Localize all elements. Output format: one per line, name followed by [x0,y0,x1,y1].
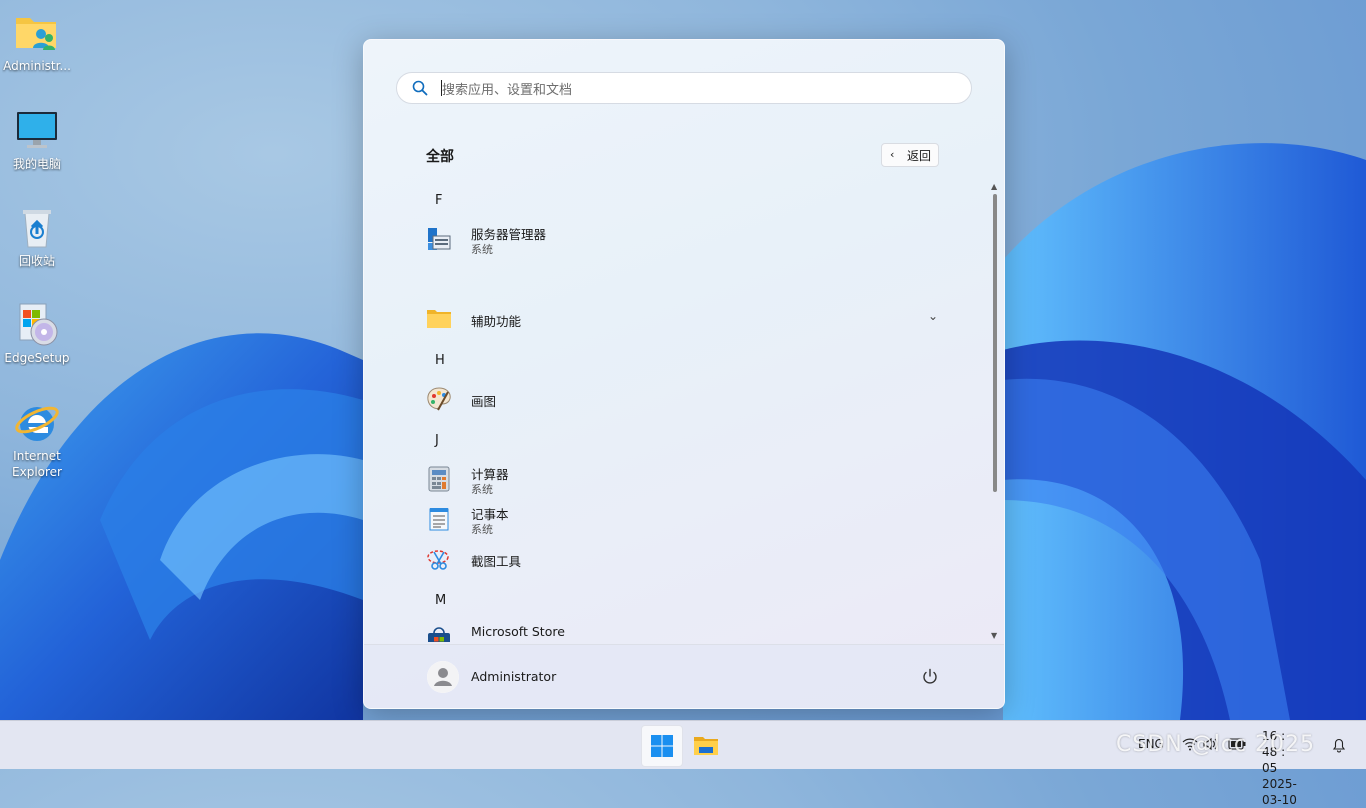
start-menu: 搜索应用、设置和文档 全部 ‹ 返回 F 服务器管理器 系统 辅助功能 ⌄ H … [363,39,1005,709]
desktop-icon-label-line2: Explorer [12,465,62,479]
file-explorer-button[interactable] [686,725,726,765]
start-footer: Administrator [364,644,1004,708]
internet-explorer-icon [14,400,60,446]
setup-disc-icon [14,302,60,348]
desktop-icon-my-computer[interactable]: 我的电脑 [2,108,72,172]
user-folder-icon [14,10,60,56]
desktop-icon-administrator[interactable]: Administr... [2,10,72,74]
user-name[interactable]: Administrator [471,669,556,684]
section-title: 全部 [426,149,454,165]
group-letter-m[interactable]: M [435,593,446,608]
app-subtitle: 系统 [471,523,493,536]
group-letter-j[interactable]: J [435,433,439,448]
back-button[interactable]: ‹ 返回 [881,143,939,167]
search-box[interactable]: 搜索应用、设置和文档 [396,72,972,104]
start-button[interactable] [641,725,683,767]
app-name: 辅助功能 [471,314,522,329]
chevron-left-icon: ‹ [890,148,895,161]
desktop-icon-label: 我的电脑 [12,157,61,171]
clock-date: 2025-03-10 [1262,777,1297,807]
desktop-icon-label-line1: Internet [13,449,61,463]
app-item-snipping-tool[interactable]: 截图工具 [424,540,944,576]
back-button-label: 返回 [907,149,932,163]
chevron-down-icon[interactable]: ⌄ [928,309,938,323]
scroll-down-arrow-icon[interactable]: ▼ [991,631,997,640]
notification-bell-icon[interactable] [1332,737,1346,753]
app-subtitle: 系统 [471,641,493,642]
app-item-paint[interactable]: 画图 [424,380,944,416]
app-item-microsoft-store[interactable]: Microsoft Store 系统 [424,620,944,642]
app-subtitle: 系统 [471,243,493,256]
store-icon [426,626,452,642]
folder-icon [426,306,452,332]
group-letter-f[interactable]: F [435,193,442,208]
windows-logo-icon [651,735,673,757]
calculator-icon [426,466,452,492]
recycle-bin-icon [14,205,60,251]
server-manager-icon [426,226,452,252]
search-input[interactable]: 搜索应用、设置和文档 [442,79,572,98]
app-name: 画图 [471,394,497,409]
watermark: CSDN @lcc 2025 [1116,732,1316,757]
app-list: F 服务器管理器 系统 辅助功能 ⌄ H 画图 J 计算器 系统 记事本 系统 … [364,180,984,642]
app-subtitle: 系统 [471,483,493,496]
search-icon [412,80,428,96]
monitor-icon [14,108,60,154]
app-item-accessibility-folder[interactable]: 辅助功能 ⌄ [424,300,944,336]
app-name: 截图工具 [471,554,522,569]
app-item-notepad[interactable]: 记事本 系统 [424,500,944,536]
power-icon[interactable] [920,667,940,687]
user-avatar[interactable] [427,661,459,693]
notepad-icon [426,506,452,532]
app-item-calculator[interactable]: 计算器 系统 [424,460,944,496]
snipping-tool-icon [426,546,452,572]
scrollbar-thumb[interactable] [993,194,997,492]
desktop-icon-label: 回收站 [18,254,55,268]
scrollbar[interactable]: ▲ ▼ [991,182,999,640]
desktop-icon-edgesetup[interactable]: EdgeSetup [2,302,72,366]
group-letter-h[interactable]: H [435,353,445,368]
desktop-icon-internet-explorer[interactable]: Internet Explorer [2,400,72,480]
desktop-icon-recycle-bin[interactable]: 回收站 [2,205,72,269]
scroll-up-arrow-icon[interactable]: ▲ [991,182,997,191]
desktop-icon-label: Administr... [3,59,71,73]
app-item-server-manager[interactable]: 服务器管理器 系统 [424,220,944,256]
app-name: Microsoft Store [471,624,565,639]
file-explorer-icon [694,735,718,755]
desktop-icon-label: EdgeSetup [4,351,70,365]
paint-palette-icon [426,386,452,412]
